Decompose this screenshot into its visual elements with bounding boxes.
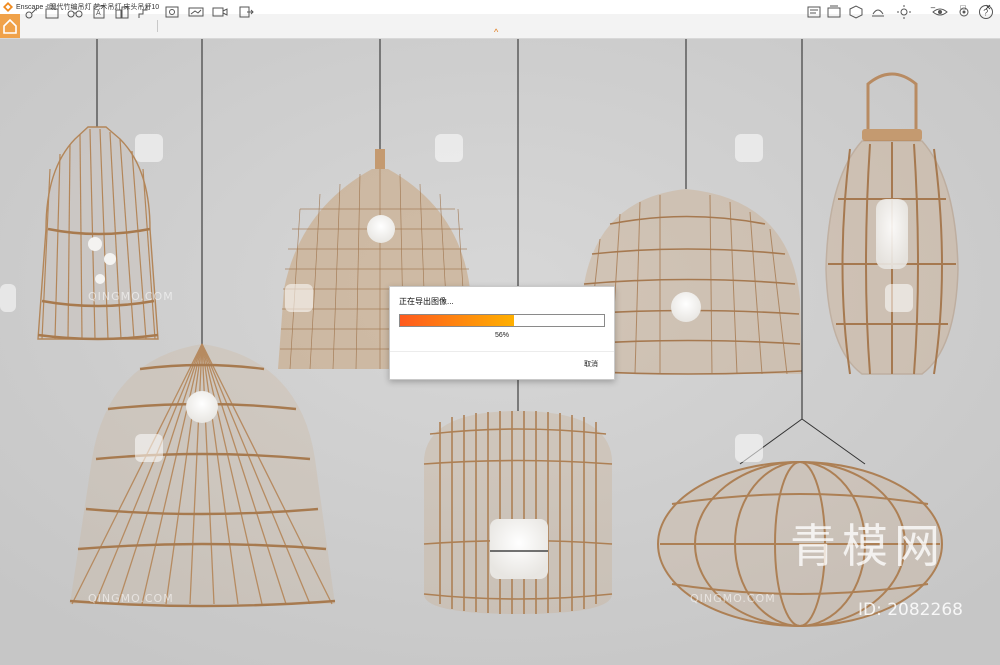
binoculars-icon[interactable] — [67, 4, 83, 20]
export-icon[interactable] — [238, 4, 254, 20]
buildings-icon[interactable] — [114, 4, 130, 20]
watermark-site-text: QINGMO.COM — [690, 592, 776, 605]
atmosphere-icon[interactable] — [870, 4, 886, 20]
screenshot-icon[interactable] — [164, 4, 180, 20]
dialog-divider — [390, 351, 614, 352]
svg-text:A: A — [96, 10, 101, 17]
watermark-site-text: QINGMO.COM — [88, 592, 174, 605]
panorama-icon[interactable] — [188, 4, 204, 20]
text-tag-icon[interactable]: A — [91, 4, 107, 20]
export-progress-percent: 56% — [494, 332, 509, 339]
watermark-id: ID: 2082268 — [858, 600, 963, 620]
bim-icon[interactable]: BIM — [44, 4, 60, 20]
home-icon — [3, 18, 17, 34]
batch-render-icon[interactable] — [826, 4, 842, 20]
export-progress-bar — [399, 314, 605, 327]
sun-icon[interactable] — [896, 4, 912, 20]
enscape-logo-icon — [3, 2, 13, 12]
cancel-button[interactable]: 取消 — [584, 359, 598, 369]
eye-icon[interactable] — [932, 4, 948, 20]
stairs-icon[interactable] — [137, 4, 153, 20]
bim-label: BIM — [47, 4, 56, 10]
toolbar-separator — [157, 20, 158, 32]
watermark-brand: 青模网 — [790, 519, 946, 573]
export-status-message: 正在导出图像... — [399, 297, 454, 306]
export-progress-dialog: 正在导出图像... 56% 取消 — [389, 286, 615, 380]
help-icon[interactable]: ? — [978, 4, 994, 20]
home-button[interactable] — [0, 14, 20, 38]
collapse-toolbar-chevron-icon[interactable]: ^ — [494, 27, 498, 37]
watermark-site-text: QINGMO.COM — [88, 290, 174, 303]
video-icon[interactable] — [212, 4, 228, 20]
views-icon[interactable] — [848, 4, 864, 20]
svg-text:?: ? — [983, 8, 988, 18]
export-progress-fill — [400, 315, 515, 326]
scene-settings-icon[interactable] — [806, 4, 822, 20]
settings-icon[interactable] — [956, 4, 972, 20]
walkthrough-icon[interactable] — [24, 4, 40, 20]
